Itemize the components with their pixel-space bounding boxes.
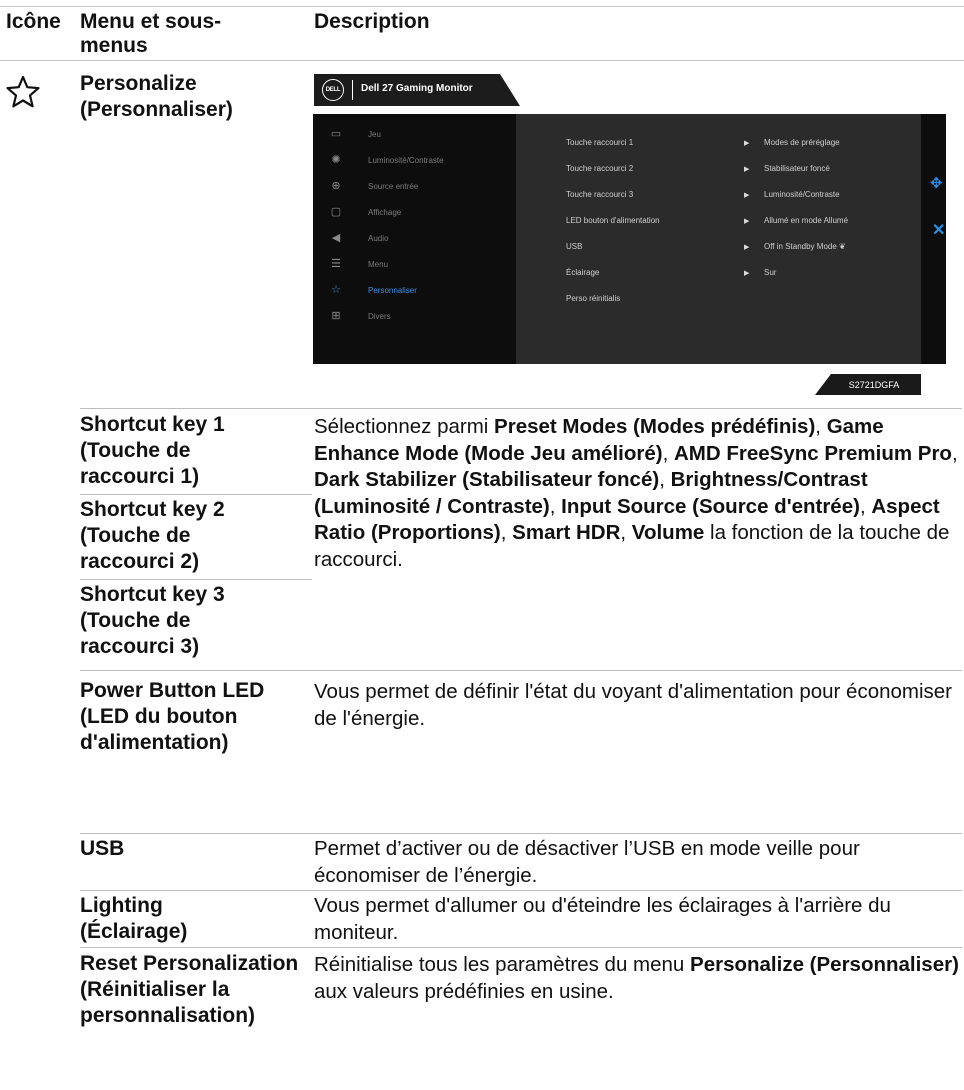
osd-value-shortcut-3: Luminosité/Contraste (764, 190, 840, 199)
osd-value-shortcut-2: Stabilisateur foncé (764, 164, 830, 173)
osd-sub-lighting[interactable]: Éclairage (566, 268, 599, 277)
header-rule (0, 60, 964, 61)
osd-main-menu: ▭ Jeu ✺ Luminosité/Contraste ⊕ Source en… (313, 114, 516, 364)
desc-reset: Réinitialise tous les paramètres du menu… (314, 953, 959, 1003)
osd-item-personnaliser[interactable]: ☆ Personnaliser (313, 281, 516, 301)
osd-title-bar: DELL Dell 27 Gaming Monitor (314, 74, 520, 106)
brightness-icon: ✺ (331, 154, 341, 166)
row-rule (80, 494, 312, 495)
osd-sub-shortcut-2[interactable]: Touche raccourci 2 (566, 164, 633, 173)
display-icon: ▢ (330, 206, 342, 218)
osd-item-audio[interactable]: ◀ Audio (313, 229, 516, 249)
star-icon (6, 75, 40, 108)
osd-menu-screenshot: ▭ Jeu ✺ Luminosité/Contraste ⊕ Source en… (313, 114, 946, 364)
model-tag: S2721DGFA (815, 374, 921, 395)
osd-sub-shortcut-3[interactable]: Touche raccourci 3 (566, 190, 633, 199)
osd-value-usb: Off in Standby Mode ❦ (764, 242, 846, 251)
row-rule (80, 947, 962, 948)
osd-title: Dell 27 Gaming Monitor (361, 83, 473, 94)
osd-item-luminosite[interactable]: ✺ Luminosité/Contraste (313, 151, 516, 171)
row-rule (80, 670, 962, 671)
row-power-led: Power Button LED (LED du bouton d'alimen… (80, 679, 265, 754)
osd-sub-usb[interactable]: USB (566, 242, 582, 251)
arrow-right-icon: ▶ (744, 192, 750, 199)
header-desc-col: Description (314, 10, 430, 33)
osd-item-divers[interactable]: ⊞ Divers (313, 307, 516, 327)
input-source-icon: ⊕ (331, 180, 341, 192)
row-rule (80, 833, 962, 834)
desc-usb: Permet d’activer ou de désactiver l’USB … (314, 837, 860, 887)
arrow-right-icon: ▶ (744, 244, 750, 251)
row-rule (80, 579, 312, 580)
row-shortcut-2: Shortcut key 2 (Touche de raccourci 2) (80, 498, 225, 573)
arrow-right-icon: ▶ (744, 270, 750, 277)
osd-value-power-led: Allumé en mode Allumé (764, 216, 849, 225)
row-shortcut-1: Shortcut key 1 (Touche de raccourci 1) (80, 413, 225, 488)
osd-item-jeu[interactable]: ▭ Jeu (313, 125, 516, 145)
osd-title-separator (352, 80, 353, 100)
osd-value-lighting: Sur (764, 268, 777, 277)
osd-sub-power-led[interactable]: LED bouton d'alimentation (566, 216, 660, 225)
top-rule (0, 6, 964, 7)
row-lighting: Lighting (Éclairage) (80, 894, 188, 943)
arrow-right-icon: ▶ (744, 140, 750, 147)
osd-value-shortcut-1: Modes de préréglage (764, 138, 840, 147)
star-icon: ☆ (331, 284, 341, 296)
osd-item-menu[interactable]: ☰ Menu (313, 255, 516, 275)
audio-icon: ◀ (331, 232, 341, 244)
desc-shortcut-keys: Sélectionnez parmi Preset Modes (Modes p… (314, 415, 958, 571)
row-rule (80, 890, 962, 891)
desc-lighting: Vous permet d'allumer ou d'éteindre les … (314, 894, 891, 944)
osd-submenu (516, 114, 921, 364)
osd-sub-shortcut-1[interactable]: Touche raccourci 1 (566, 138, 633, 147)
menu-icon: ☰ (331, 258, 341, 270)
joystick-icon[interactable]: ✥ (930, 174, 943, 192)
osd-item-affichage[interactable]: ▢ Affichage (313, 203, 516, 223)
row-reset: Reset Personalization (Réinitialiser la … (80, 952, 299, 1027)
gamepad-icon: ▭ (330, 128, 342, 140)
osd-sub-reset[interactable]: Perso réinitialis (566, 294, 620, 303)
desc-power-led: Vous permet de définir l'état du voyant … (314, 680, 953, 730)
header-icon-col: Icône (6, 10, 61, 33)
osd-item-source[interactable]: ⊕ Source entrée (313, 177, 516, 197)
leaf-icon: ❦ (839, 242, 846, 251)
row-shortcut-3: Shortcut key 3 (Touche de raccourci 3) (80, 583, 225, 658)
row-rule (80, 408, 962, 409)
section-name: Personalize (Personnaliser) (80, 72, 233, 121)
others-icon: ⊞ (331, 310, 341, 322)
header-menu-col: Menu et sous-menus (80, 10, 222, 57)
dell-logo: DELL (322, 79, 344, 101)
close-icon[interactable]: ✕ (932, 220, 945, 240)
row-usb: USB (80, 837, 125, 860)
arrow-right-icon: ▶ (744, 218, 750, 225)
arrow-right-icon: ▶ (744, 166, 750, 173)
